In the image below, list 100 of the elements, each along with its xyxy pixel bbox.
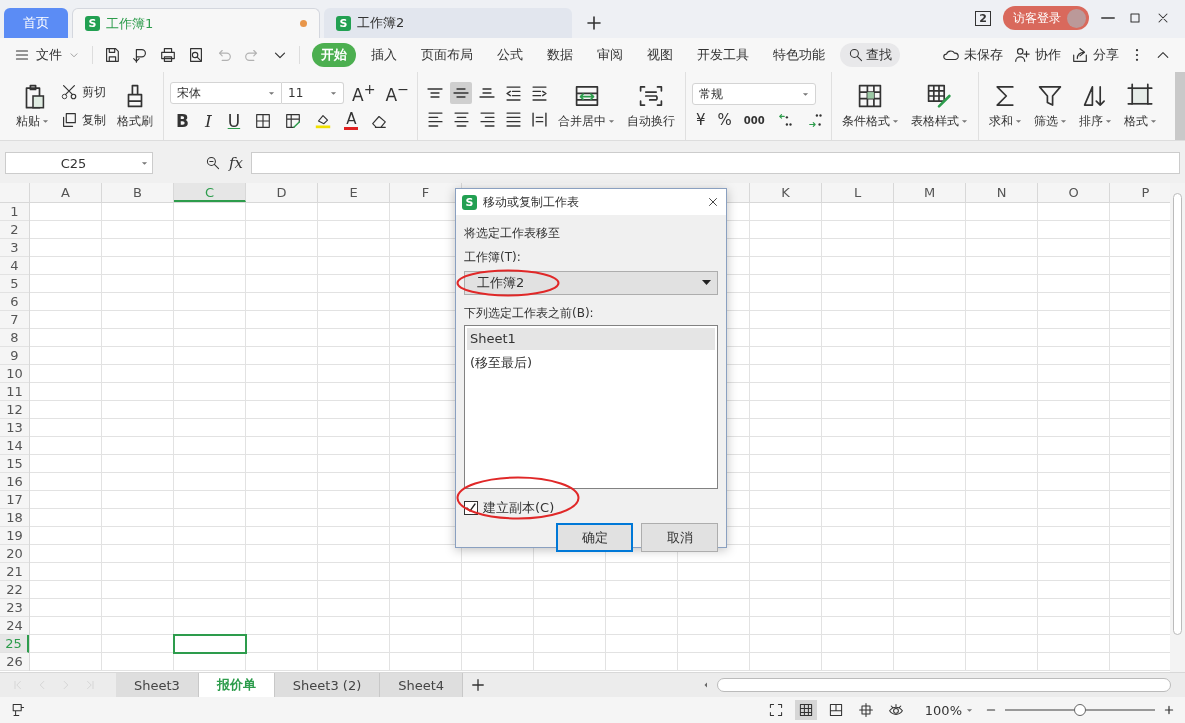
column-header[interactable]: M [894, 183, 966, 202]
tool-button[interactable]: 格式 [1119, 80, 1161, 132]
row-header[interactable]: 16 [0, 473, 29, 491]
row-header[interactable]: 14 [0, 437, 29, 455]
ribbon-tab[interactable]: 审阅 [588, 43, 632, 67]
row-header[interactable]: 9 [0, 347, 29, 365]
align-icon [479, 111, 495, 127]
row-header[interactable]: 7 [0, 311, 29, 329]
formula-field[interactable] [251, 152, 1180, 174]
add-sheet-icon[interactable] [471, 678, 486, 692]
sheet-tab[interactable]: Sheet4 [380, 673, 464, 697]
new-tab-icon[interactable] [586, 15, 602, 31]
window-count[interactable]: 2 [975, 10, 991, 26]
row-header[interactable]: 8 [0, 329, 29, 347]
horizontal-scrollbar[interactable] [717, 678, 1171, 692]
cut-button[interactable]: 剪切 [57, 81, 109, 103]
ribbon-tab[interactable]: 插入 [362, 43, 406, 67]
selected-cell[interactable] [173, 634, 247, 654]
ribbon-tab[interactable]: 数据 [538, 43, 582, 67]
row-header[interactable]: 5 [0, 275, 29, 293]
search-button[interactable]: 查找 [840, 43, 900, 67]
macro-icon [10, 702, 26, 718]
row-header[interactable]: 10 [0, 365, 29, 383]
font-name-field[interactable]: 宋体 [170, 82, 282, 104]
row-header[interactable]: 13 [0, 419, 29, 437]
column-header[interactable]: A [30, 183, 102, 202]
list-item[interactable]: (移至最后) [467, 352, 715, 374]
file-menu[interactable]: 文件 [10, 46, 84, 64]
percent-button[interactable]: % [717, 111, 732, 129]
document-tab[interactable]: S 工作簿2 [324, 8, 572, 38]
vertical-scrollbar[interactable] [1170, 183, 1185, 672]
conditional-format-button[interactable]: 条件格式 [837, 80, 903, 132]
row-header[interactable]: 19 [0, 527, 29, 545]
zoom-level[interactable]: 100% [924, 702, 973, 718]
toolbar-action[interactable]: 协作 [1013, 46, 1061, 64]
column-header[interactable]: D [246, 183, 318, 202]
toolbar-action[interactable]: 未保存 [942, 46, 1003, 64]
font-size-field[interactable]: 11 [282, 82, 344, 104]
sheet-tab[interactable]: 报价单 [198, 673, 275, 697]
sheet-list[interactable]: Sheet1 (移至最后) [464, 325, 718, 489]
toolbar-action[interactable]: 分享 [1071, 46, 1119, 64]
column-header[interactable]: N [966, 183, 1038, 202]
column-header[interactable]: E [318, 183, 390, 202]
italic-button[interactable]: I [202, 110, 214, 131]
column-header[interactable]: L [822, 183, 894, 202]
row-header[interactable]: 22 [0, 581, 29, 599]
thousands-button[interactable]: 000 [743, 114, 765, 126]
row-header[interactable]: 3 [0, 239, 29, 257]
sheet-tab[interactable]: Sheet3 (2) [274, 673, 381, 697]
ribbon-tab[interactable]: 特色功能 [764, 43, 834, 67]
align-icon [505, 85, 521, 101]
ribbon-tab[interactable]: 开发工具 [688, 43, 758, 67]
ok-button[interactable]: 确定 [556, 523, 633, 552]
share-icon [1071, 46, 1089, 64]
row-header[interactable]: 12 [0, 401, 29, 419]
ribbon-tab[interactable]: 视图 [638, 43, 682, 67]
tool-button[interactable]: 排序 [1074, 80, 1116, 132]
field-label: 工作簿(T): [464, 249, 522, 265]
copy-button[interactable]: 复制 [57, 109, 109, 131]
decrease-font-button[interactable]: A$^{−}$ [383, 81, 412, 105]
row-header[interactable]: 15 [0, 455, 29, 473]
merge-center-button[interactable]: 合并居中 [554, 80, 620, 132]
tool-button[interactable]: 求和 [984, 80, 1026, 132]
row-header[interactable]: 1 [0, 203, 29, 221]
align-button[interactable] [450, 82, 473, 104]
tool-button[interactable]: 筛选 [1029, 80, 1071, 132]
row-header[interactable]: 11 [0, 383, 29, 401]
name-box[interactable]: C25 [5, 152, 153, 174]
column-header[interactable]: O [1038, 183, 1110, 202]
caret-icon [966, 707, 973, 713]
cancel-button[interactable]: 取消 [641, 523, 718, 552]
paste-button[interactable]: 粘贴 [12, 80, 53, 132]
list-item[interactable]: Sheet1 [467, 328, 715, 350]
view-button[interactable] [794, 700, 817, 720]
wrap-text-button[interactable]: 自动换行 [623, 80, 680, 132]
column-header[interactable]: K [750, 183, 822, 202]
row-header[interactable]: 6 [0, 293, 29, 311]
row-header[interactable]: 23 [0, 599, 29, 617]
workbook-dropdown[interactable]: 工作簿2 [464, 271, 718, 295]
row-header[interactable]: 20 [0, 545, 29, 563]
ribbon-tab[interactable]: 公式 [488, 43, 532, 67]
bold-button[interactable]: B [174, 110, 191, 131]
font-color-button[interactable]: A [344, 111, 359, 131]
sheet-tab[interactable]: Sheet3 [116, 673, 199, 697]
increase-font-button[interactable]: A$^{+}$ [350, 81, 378, 105]
row-header[interactable]: 17 [0, 491, 29, 509]
row-header[interactable]: 18 [0, 509, 29, 527]
table-style-button[interactable]: 表格样式 [906, 80, 972, 132]
zoom-slider-thumb[interactable] [1074, 704, 1086, 716]
row-header[interactable]: 2 [0, 221, 29, 239]
function-label[interactable]: fx [229, 154, 243, 172]
caret-icon [42, 118, 49, 124]
row-header[interactable]: 21 [0, 563, 29, 581]
currency-button[interactable]: ¥ [696, 111, 706, 129]
underline-button[interactable]: U [225, 110, 243, 131]
row-header[interactable]: 4 [0, 257, 29, 275]
ribbon-tab[interactable]: 页面布局 [412, 43, 482, 67]
format-painter-button[interactable]: 格式刷 [113, 80, 157, 132]
row-header[interactable]: 26 [0, 653, 29, 671]
number-format-field[interactable]: 常规 [692, 83, 817, 105]
